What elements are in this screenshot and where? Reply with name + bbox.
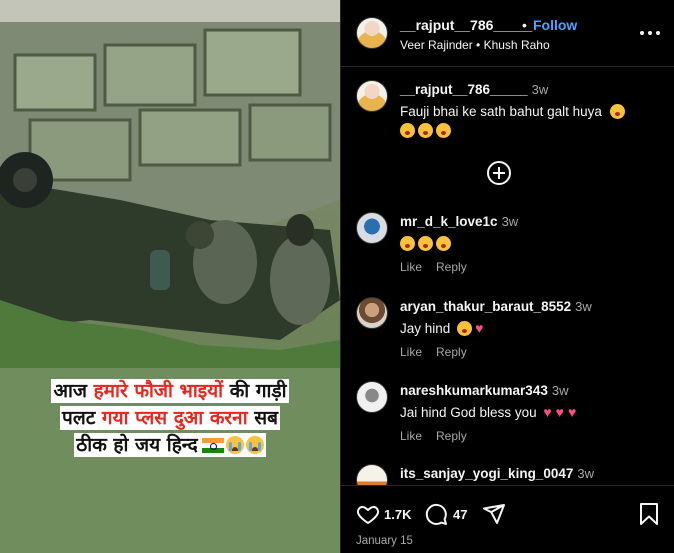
comment-icon[interactable]	[424, 502, 448, 526]
reply-button[interactable]: Reply	[436, 345, 467, 359]
overturned-truck-photo	[0, 0, 340, 553]
post-media[interactable]: आज हमारे फौजी भाइयों की गाड़ी पलट गया प्…	[0, 0, 340, 553]
caption-line-3: ठीक हो जय हिन्द	[10, 432, 330, 459]
comment-text: Fauji bhai ke sath bahut galt huya	[400, 102, 662, 140]
heart-icon: ♥	[475, 320, 484, 336]
caption-comment: __rajput__786_____ 3w Fauji bhai ke sath …	[341, 80, 674, 150]
india-flag-icon	[201, 438, 224, 453]
post-header: __rajput__786_____ • Follow Veer Rajinde…	[341, 0, 674, 67]
post-username[interactable]: __rajput__786_____	[400, 17, 532, 33]
avatar[interactable]	[356, 464, 388, 485]
caption-text-highlight: हमारे फौजी भाइयों	[93, 380, 224, 402]
comment-username[interactable]: nareshkumarkumar343 3w	[400, 383, 568, 398]
caption-line-2: पलट गया प्लस दुआ करना सब	[10, 405, 330, 432]
video-caption-overlay: आज हमारे फौजी भाइयों की गाड़ी पलट गया प्…	[10, 378, 330, 459]
crying-face-icon	[225, 436, 244, 454]
caption-text: सब	[247, 407, 278, 429]
comment-actions: Like Reply	[400, 345, 481, 359]
comment-text: Jay hind ♥	[400, 319, 662, 338]
bookmark-icon[interactable]	[639, 502, 659, 526]
load-more-comments-button[interactable]	[487, 161, 511, 185]
avatar[interactable]	[356, 381, 388, 413]
comment-time: 3w	[575, 299, 592, 314]
sad-face-icon	[418, 123, 433, 138]
list-item: mr_d_k_love1c 3w Like Reply	[341, 212, 674, 282]
caption-line-1: आज हमारे फौजी भाइयों की गाड़ी	[10, 378, 330, 405]
pleading-face-icon	[436, 236, 451, 251]
post-actions-bar: 1.7K 47 January 15	[341, 485, 674, 553]
audio-track[interactable]: Veer Rajinder • Khush Raho	[400, 38, 550, 52]
like-count[interactable]: 1.7K	[384, 507, 411, 522]
comment-text	[400, 234, 662, 253]
like-comment-button[interactable]: Like	[400, 345, 422, 359]
comment-body: Jay hind	[400, 321, 451, 336]
comment-username[interactable]: __rajput__786_____ 3w	[400, 82, 548, 97]
heart-icon: ♥	[555, 404, 564, 420]
comment-time: 3w	[551, 383, 569, 398]
caption-text: आज	[53, 380, 94, 402]
reply-button[interactable]: Reply	[436, 260, 467, 274]
follow-button[interactable]: Follow	[533, 17, 577, 33]
list-item: aryan_thakur_baraut_8552 3w Jay hind ♥ Li…	[341, 297, 674, 367]
reply-button[interactable]: Reply	[436, 429, 467, 443]
comment-body: Fauji bhai ke sath bahut galt huya	[400, 104, 602, 119]
share-icon[interactable]	[482, 502, 506, 526]
caption-text: पलट	[62, 407, 102, 429]
avatar[interactable]	[356, 297, 388, 329]
comment-username-text[interactable]: mr_d_k_love1c	[400, 214, 498, 229]
like-comment-button[interactable]: Like	[400, 260, 422, 274]
pleading-face-icon	[400, 236, 415, 251]
comment-actions: Like Reply	[400, 429, 481, 443]
comment-username[interactable]: its_sanjay_yogi_king_0047 3w	[400, 466, 594, 481]
post-details-panel: __rajput__786_____ • Follow Veer Rajinde…	[340, 0, 674, 553]
comment-username-text[interactable]: __rajput__786_____	[400, 82, 528, 97]
list-item: nareshkumarkumar343 3w Jai hind God bless…	[341, 381, 674, 451]
pleading-face-icon	[457, 321, 473, 336]
comment-body: Jai hind God bless you	[400, 405, 537, 420]
separator-dot: •	[522, 17, 527, 33]
avatar[interactable]	[356, 17, 388, 49]
comment-time: 3w	[501, 214, 519, 229]
heart-icon: ♥	[543, 404, 552, 420]
caption-text: ठीक हो जय हिन्द	[76, 434, 198, 456]
comments-list[interactable]: __rajput__786_____ 3w Fauji bhai ke sath …	[341, 67, 674, 485]
sad-face-icon	[436, 123, 451, 138]
comment-username[interactable]: aryan_thakur_baraut_8552 3w	[400, 299, 592, 314]
sad-face-icon	[609, 104, 625, 119]
comment-time: 3w	[577, 466, 594, 481]
comment-actions: Like Reply	[400, 260, 481, 274]
comment-text: Jai hind God bless you ♥ ♥ ♥	[400, 403, 662, 422]
list-item: its_sanjay_yogi_king_0047 3w	[341, 464, 674, 485]
like-comment-button[interactable]: Like	[400, 429, 422, 443]
heart-icon: ♥	[567, 404, 577, 420]
pleading-face-icon	[418, 236, 433, 251]
comment-username-text[interactable]: aryan_thakur_baraut_8552	[400, 299, 571, 314]
comment-username-text[interactable]: its_sanjay_yogi_king_0047	[400, 466, 573, 481]
more-options-icon[interactable]	[640, 22, 660, 42]
avatar[interactable]	[356, 212, 388, 244]
sad-face-icon	[400, 123, 415, 138]
avatar[interactable]	[356, 80, 388, 112]
caption-text-highlight: गया प्लस दुआ करना	[101, 407, 248, 429]
comment-time: 3w	[531, 82, 549, 97]
heart-icon[interactable]	[356, 502, 380, 526]
comment-count[interactable]: 47	[453, 507, 467, 522]
caption-text: की गाड़ी	[223, 380, 287, 402]
crying-face-icon	[245, 436, 264, 454]
comment-username-text[interactable]: nareshkumarkumar343	[400, 383, 548, 398]
post-date[interactable]: January 15	[356, 535, 413, 547]
comment-username[interactable]: mr_d_k_love1c 3w	[400, 214, 518, 229]
